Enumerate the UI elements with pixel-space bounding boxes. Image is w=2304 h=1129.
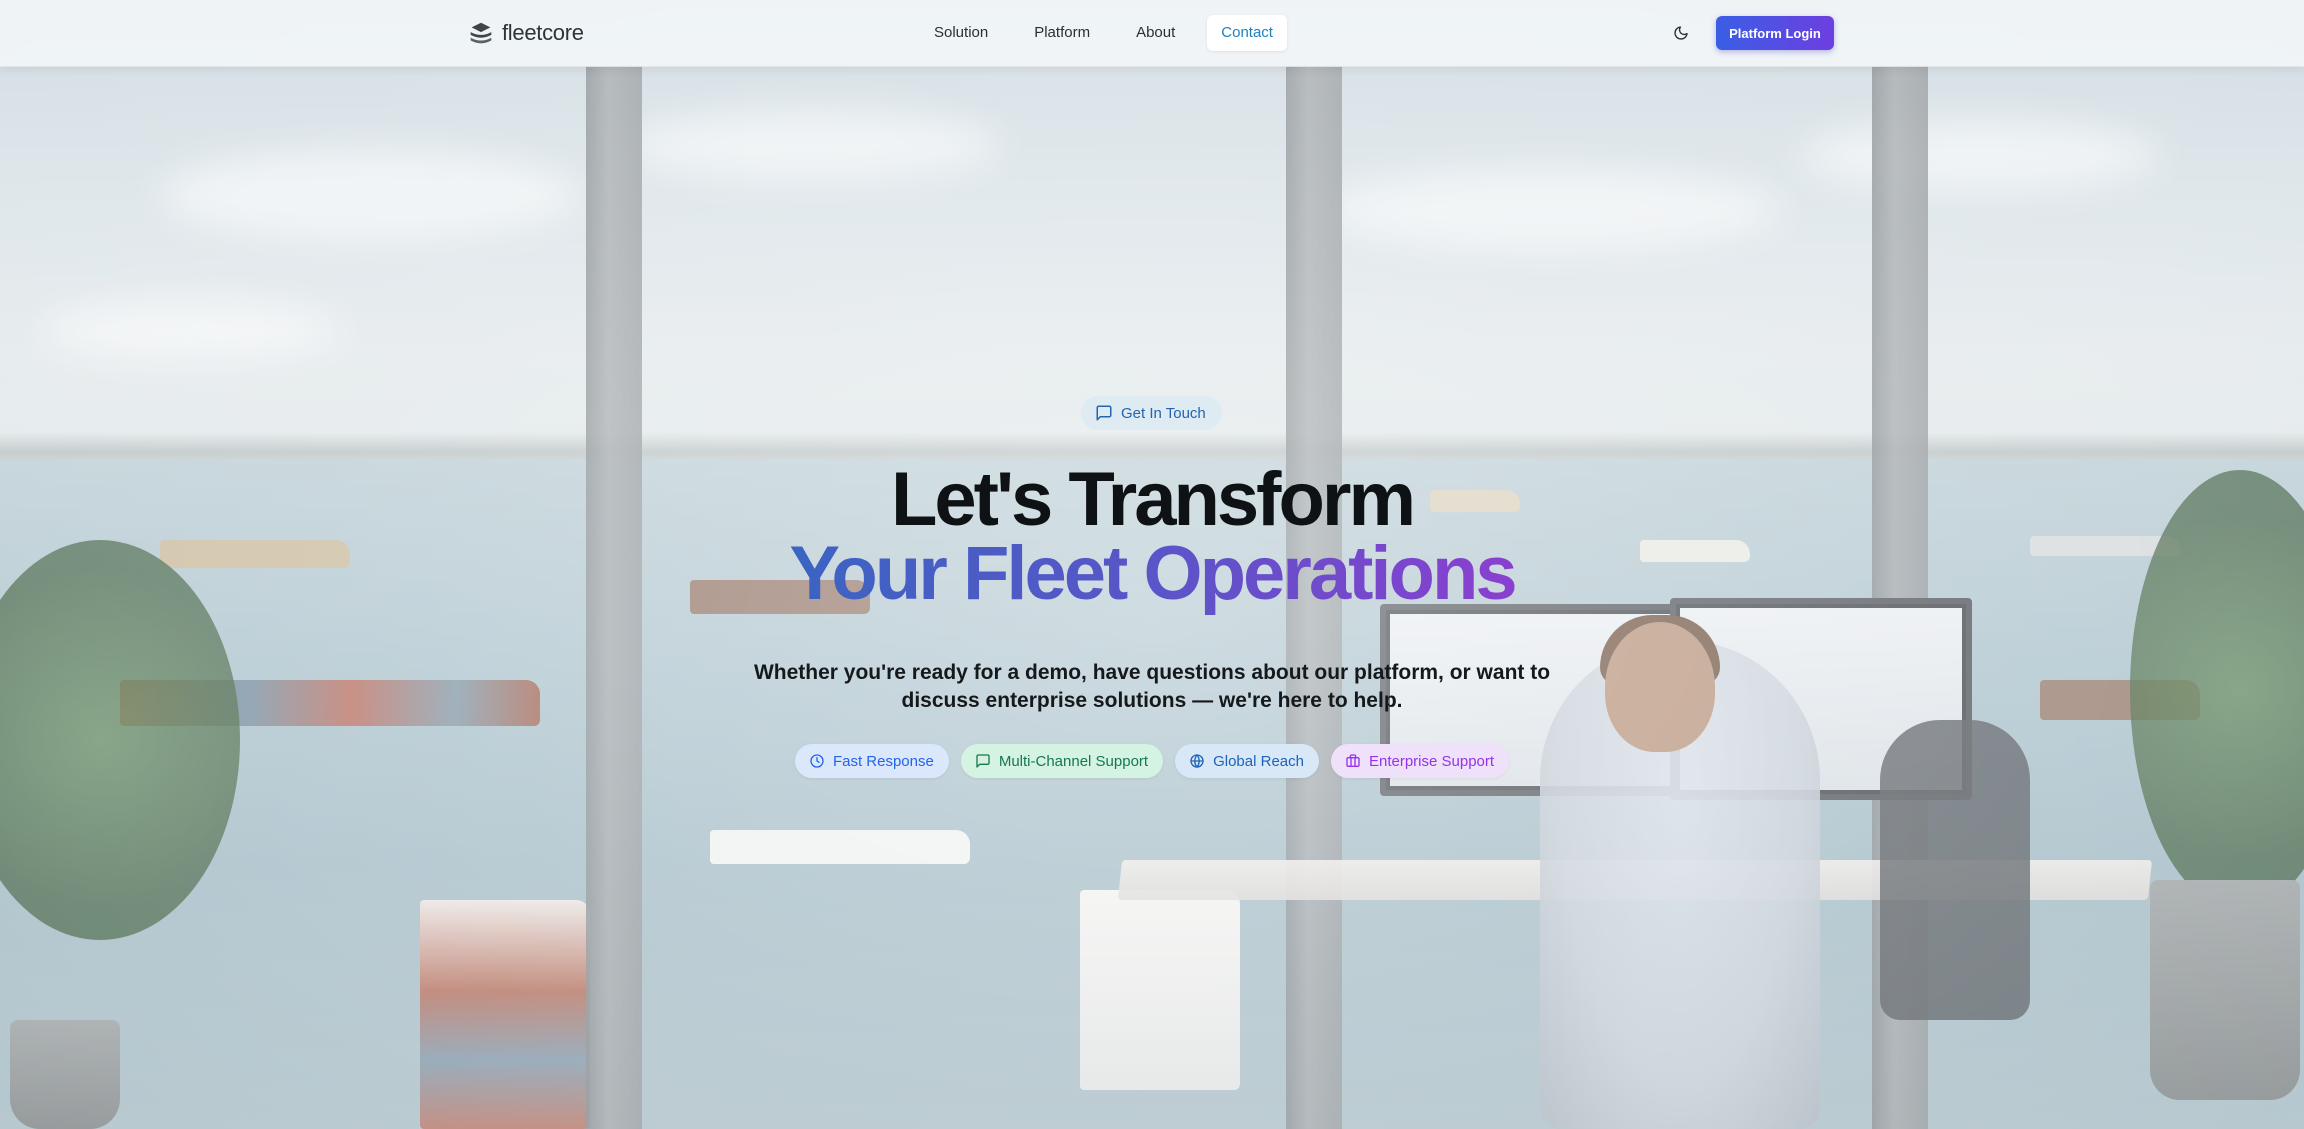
hero-title-line-1: Let's Transform [890,457,1416,542]
chat-icon [1096,405,1112,421]
feature-chip-multi-channel-support: Multi-Channel Support [960,744,1164,778]
nav-link-platform[interactable]: Platform [1020,15,1104,51]
hero-title-gradient-text: Your Fleet Operations [789,531,1517,616]
nav-link-contact[interactable]: Contact [1207,15,1287,51]
feature-chip-global-reach: Global Reach [1175,744,1319,778]
clock-icon [810,754,824,768]
platform-login-button[interactable]: Platform Login [1716,16,1834,50]
briefcase-icon [1346,754,1360,767]
badge-label: Get In Touch [1121,404,1206,422]
nav-link-about[interactable]: About [1122,15,1189,51]
feature-chips: Fast Response Multi-Channel Support Glob… [0,744,2304,778]
main-menu: Solution Platform About Contact [920,15,1287,51]
feature-chip-label: Global Reach [1213,752,1304,770]
brand-logo[interactable]: fleetcore [466,16,584,50]
moon-icon [1674,26,1688,40]
nav-link-solution[interactable]: Solution [920,15,1002,51]
theme-toggle-button[interactable] [1667,19,1695,47]
get-in-touch-badge: Get In Touch [1081,396,1222,430]
chat-icon [976,754,990,768]
feature-chip-label: Enterprise Support [1368,752,1495,770]
fleetcore-logo-icon [470,22,492,44]
feature-chip-label: Multi-Channel Support [998,752,1149,770]
feature-chip-enterprise-support: Enterprise Support [1330,744,1510,778]
top-navigation-bar: fleetcore Solution Platform About Contac… [0,0,2304,67]
feature-chip-label: Fast Response [832,752,934,770]
feature-chip-fast-response: Fast Response [794,744,949,778]
hero-title-line-2: Your Fleet Operations [0,536,2304,612]
hero-subtitle: Whether you're ready for a demo, have qu… [753,661,1551,712]
brand-name: fleetcore [502,20,584,45]
globe-icon [1190,754,1204,768]
